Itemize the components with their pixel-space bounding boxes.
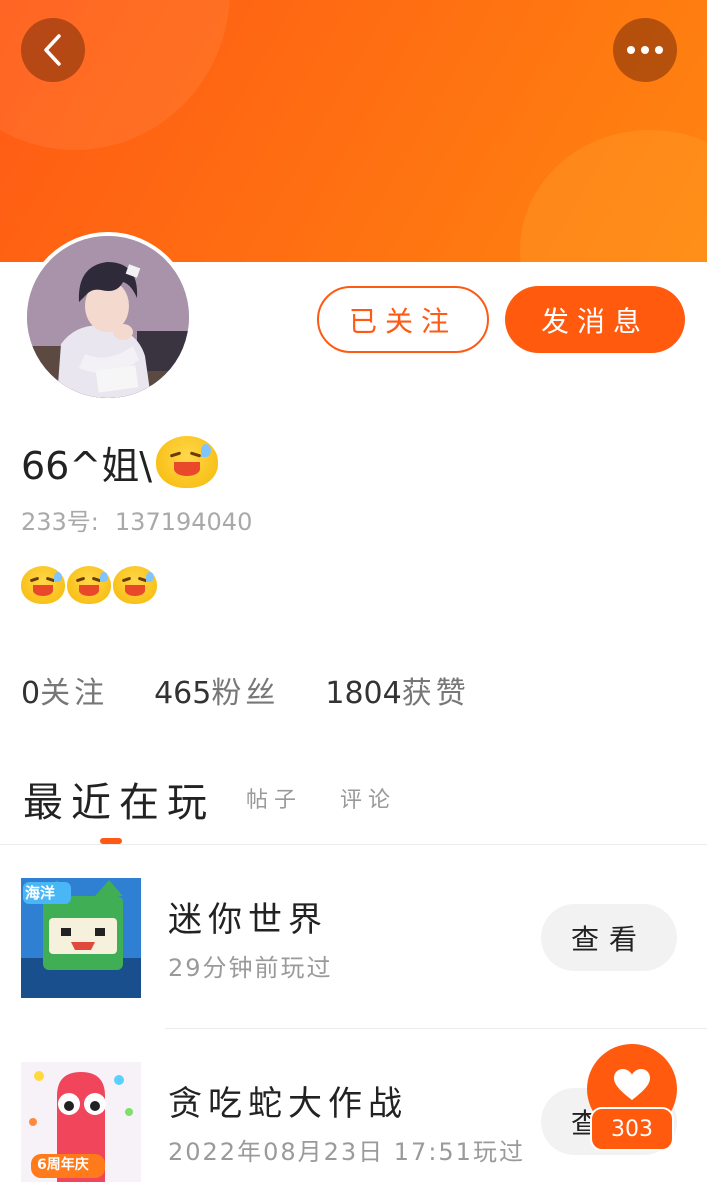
sweat-smile-emoji	[113, 566, 157, 604]
mini-world-icon[interactable]: 海洋	[21, 878, 141, 998]
user-id: 233号: 137194040	[21, 502, 252, 537]
profile-banner	[0, 0, 707, 262]
game-name: 贪吃蛇大作战	[168, 1084, 408, 1124]
like-count: 303	[590, 1107, 674, 1151]
back-button[interactable]	[21, 18, 85, 82]
profile-stats: 0 关注 465 粉丝 1804 获赞	[21, 668, 516, 712]
sweat-smile-emoji	[156, 436, 218, 488]
divider	[165, 1028, 707, 1029]
stat-label: 粉丝	[211, 676, 280, 711]
banner-decoration	[520, 130, 707, 262]
stat-following[interactable]: 0 关注	[21, 668, 108, 712]
game-last-played: 2022年08月23日 17:51玩过	[168, 1138, 525, 1166]
game-last-played: 29分钟前玩过	[168, 954, 333, 982]
user-id-value: 137194040	[114, 508, 253, 536]
view-game-button[interactable]: 查看	[541, 904, 677, 971]
game-name: 迷你世界	[168, 900, 328, 940]
game-icon-badge: 6周年庆	[37, 1157, 89, 1173]
followed-button[interactable]: 已关注	[317, 286, 489, 353]
tab-comments[interactable]: 评论	[340, 782, 396, 814]
stat-value: 0	[21, 676, 41, 711]
username: 66^姐\	[21, 432, 218, 492]
profile-tabs: 最近在玩 帖子 评论	[0, 760, 707, 846]
chevron-left-icon	[44, 34, 61, 66]
stat-value: 465	[154, 676, 212, 711]
stat-label: 获赞	[401, 676, 470, 711]
stat-fans[interactable]: 465 粉丝	[154, 668, 279, 712]
tab-posts[interactable]: 帖子	[246, 782, 302, 814]
stat-likes[interactable]: 1804 获赞	[325, 668, 469, 712]
game-icon-badge: 海洋	[25, 884, 56, 902]
send-message-button[interactable]: 发消息	[505, 286, 685, 353]
sweat-smile-emoji	[21, 566, 65, 604]
snake-battle-icon[interactable]: 6周年庆	[21, 1062, 141, 1182]
stat-value: 1804	[325, 676, 402, 711]
avatar-image	[27, 236, 189, 398]
more-dots-icon	[627, 46, 663, 54]
bio	[21, 566, 157, 604]
tab-recently-played[interactable]: 最近在玩	[23, 770, 215, 828]
list-item[interactable]: 海洋 迷你世界 29分钟前玩过 查看	[0, 862, 707, 1022]
user-id-label: 233号:	[21, 508, 99, 536]
heart-icon	[614, 1069, 650, 1100]
stat-label: 关注	[40, 676, 109, 711]
username-text: 66^姐\	[21, 443, 152, 488]
avatar[interactable]	[23, 232, 193, 402]
more-button[interactable]	[613, 18, 677, 82]
sweat-smile-emoji	[67, 566, 111, 604]
divider	[0, 844, 707, 845]
